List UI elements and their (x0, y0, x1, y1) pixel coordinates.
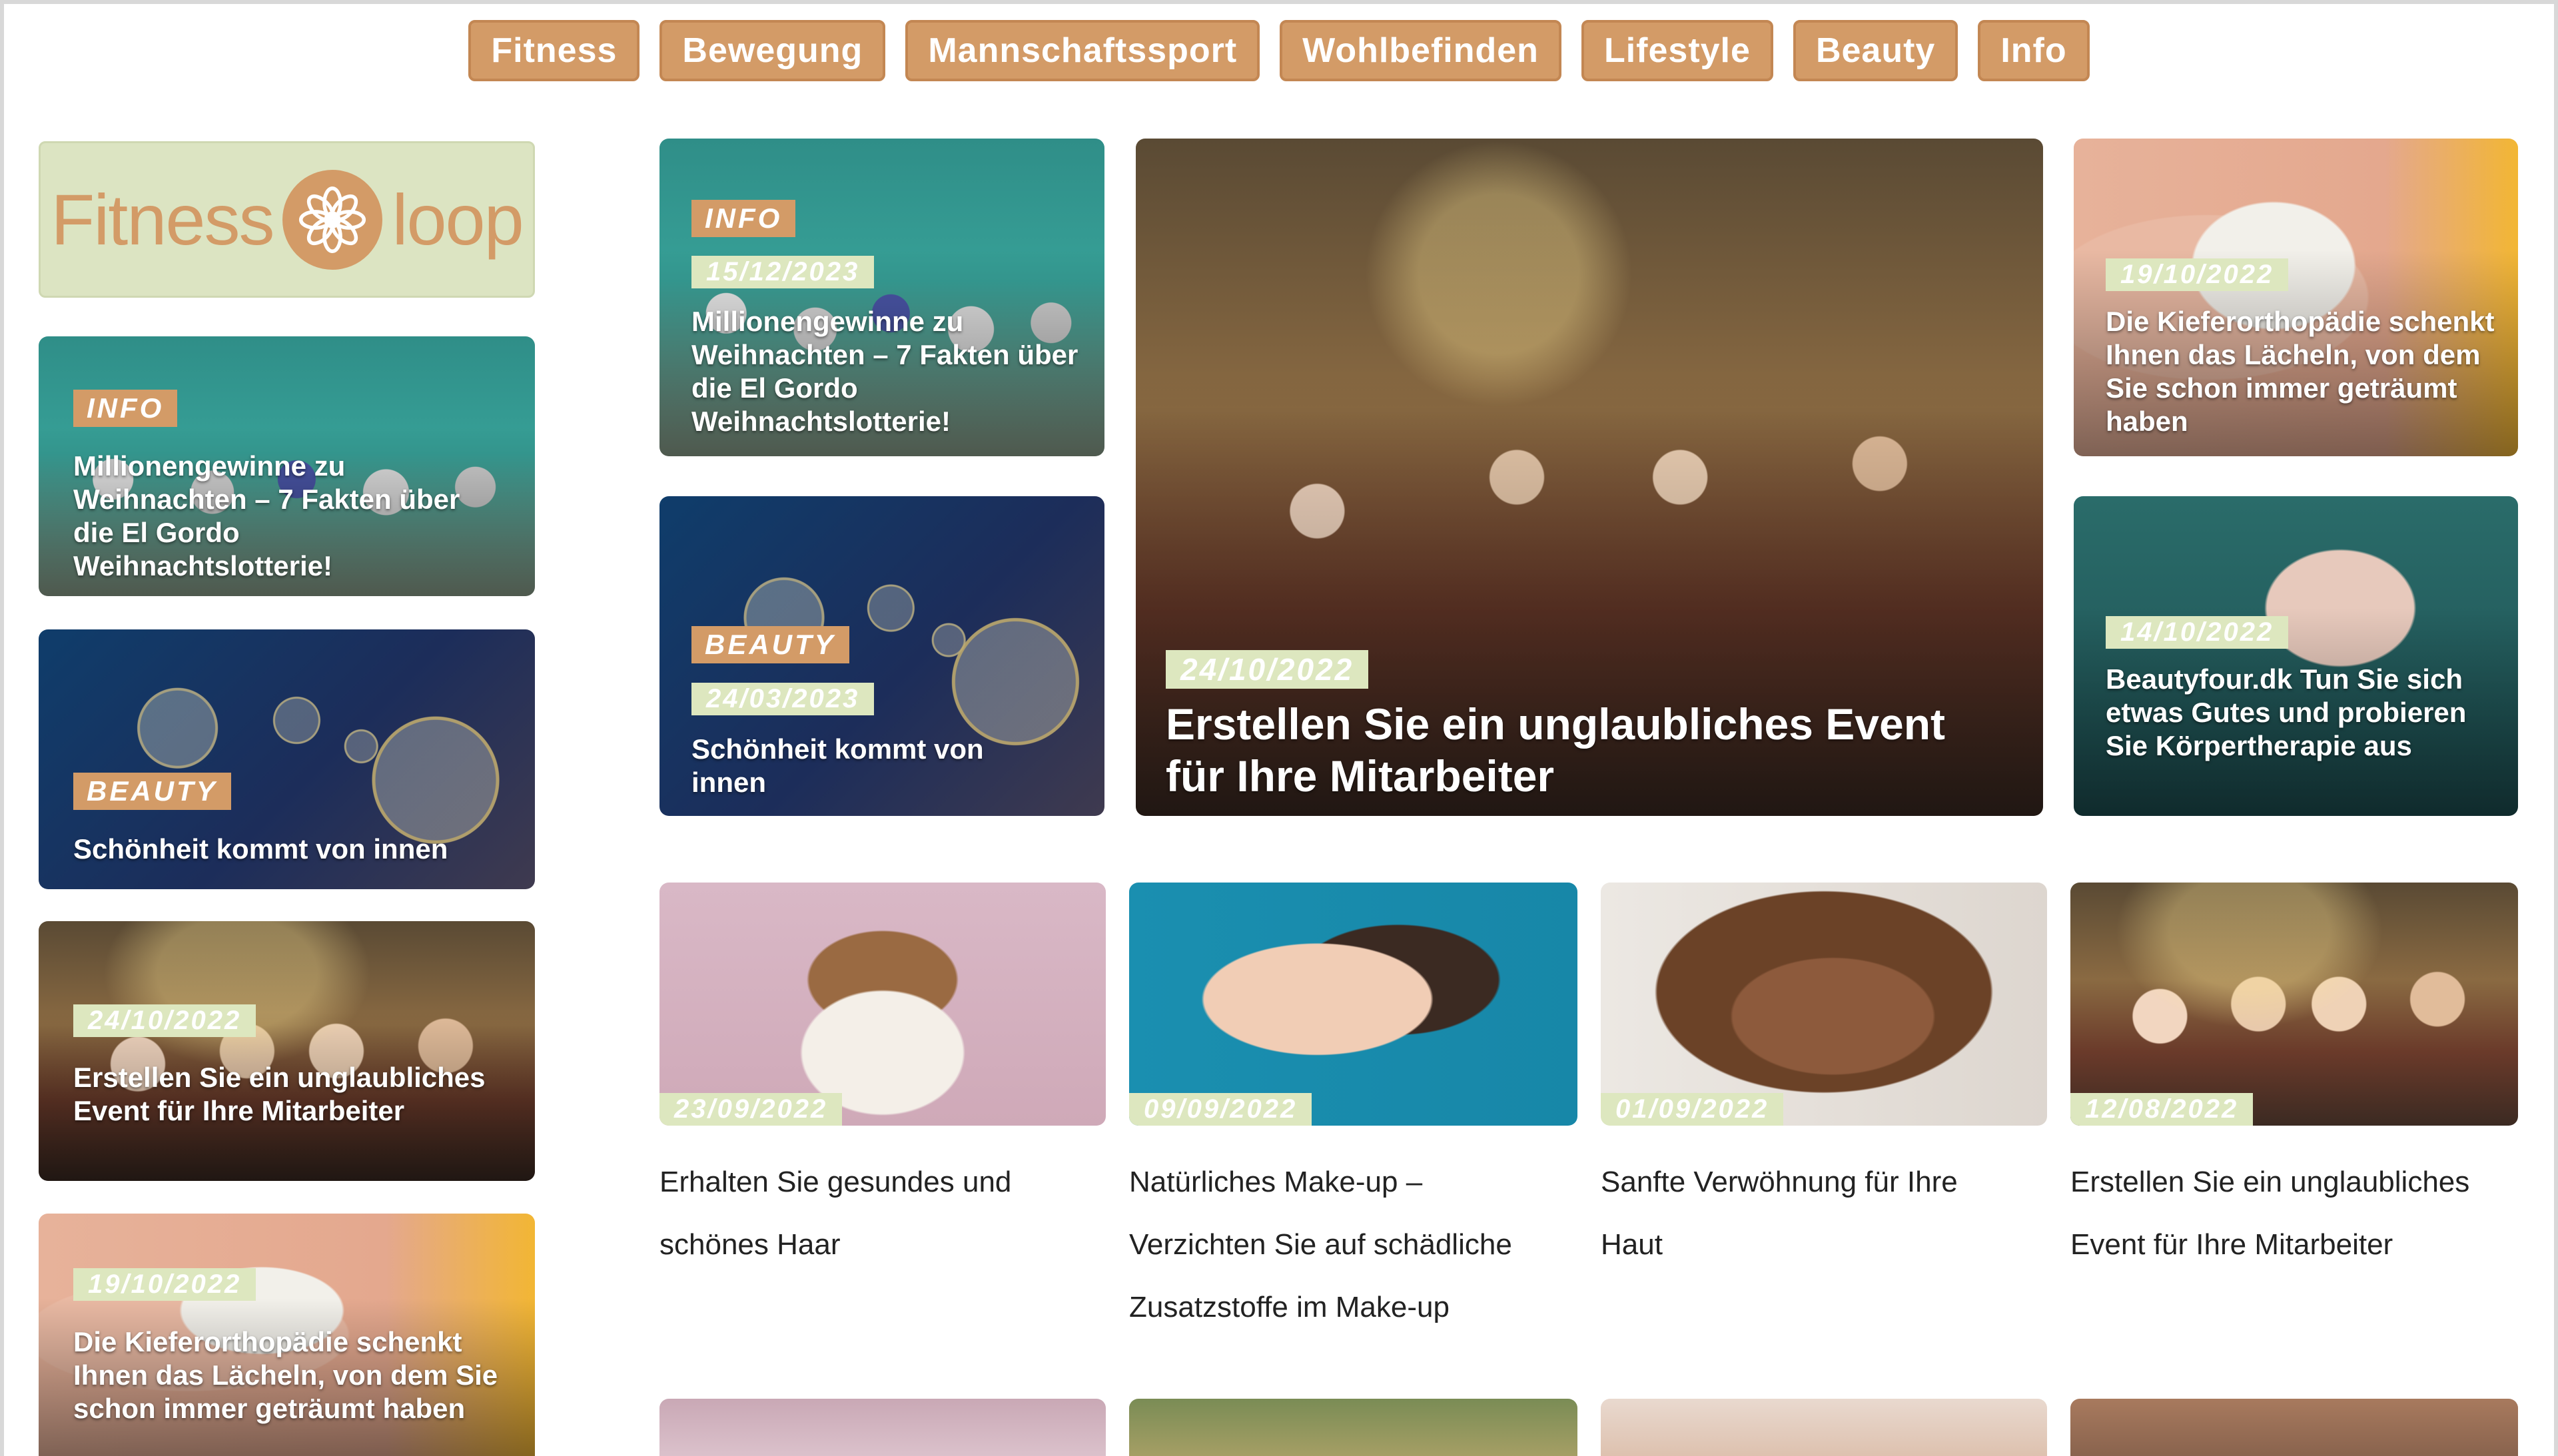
card-image (1129, 883, 1577, 1126)
grid-card-peek[interactable] (2070, 1399, 2518, 1456)
card-image (659, 883, 1106, 1126)
grid-card-hair[interactable]: 23/09/2022 (659, 883, 1106, 1126)
category-tag[interactable]: BEAUTY (73, 773, 231, 810)
date-badge: 12/08/2022 (2070, 1093, 2254, 1126)
main-nav: Fitness Bewegung Mannschaftssport Wohlbe… (0, 20, 2558, 81)
grid-title[interactable]: Erhalten Sie gesundes und schönes Haar (659, 1151, 1086, 1276)
grid-card-event[interactable]: 12/08/2022 (2070, 883, 2518, 1126)
nav-bewegung[interactable]: Bewegung (659, 20, 886, 81)
date-badge: 15/12/2023 (691, 256, 875, 288)
date-badge: 24/10/2022 (73, 1004, 256, 1037)
featured-card-main-event[interactable]: 24/10/2022 Erstellen Sie ein unglaublich… (1136, 139, 2043, 816)
card-title[interactable]: Die Kieferorthopädie schenkt Ihnen das L… (73, 1325, 513, 1425)
nav-info[interactable]: Info (1978, 20, 2090, 81)
category-tag[interactable]: INFO (73, 390, 178, 427)
category-tag[interactable]: INFO (691, 200, 796, 237)
grid-title[interactable]: Erstellen Sie ein unglaubliches Event fü… (2070, 1151, 2518, 1276)
grid-title[interactable]: Natürliches Make-up – Verzichten Sie auf… (1129, 1151, 1562, 1339)
featured-card-beauty[interactable]: BEAUTY 24/03/2023 Schönheit kommt von in… (659, 496, 1104, 816)
sidebar-card-event[interactable]: 24/10/2022 Erstellen Sie ein unglaublich… (39, 921, 535, 1181)
logo-word-left: Fitness (51, 179, 274, 260)
nav-beauty[interactable]: Beauty (1793, 20, 1958, 81)
date-badge: 23/09/2022 (659, 1093, 843, 1126)
category-tag[interactable]: BEAUTY (691, 626, 849, 663)
grid-card-makeup[interactable]: 09/09/2022 (1129, 883, 1577, 1126)
featured-card-beautyfour[interactable]: 14/10/2022 Beautyfour.dk Tun Sie sich et… (2074, 496, 2518, 816)
date-badge: 01/09/2022 (1601, 1093, 1784, 1126)
card-title[interactable]: Millionengewinne zu Weihnachten – 7 Fakt… (73, 450, 500, 583)
card-title[interactable]: Erstellen Sie ein unglaubliches Event fü… (73, 1061, 513, 1128)
featured-card-lottery[interactable]: INFO 15/12/2023 Millionengewinne zu Weih… (659, 139, 1104, 456)
featured-card-ortho[interactable]: 19/10/2022 Die Kieferorthopädie schenkt … (2074, 139, 2518, 456)
card-title[interactable]: Erstellen Sie ein unglaubliches Event fü… (1166, 698, 1998, 802)
nav-lifestyle[interactable]: Lifestyle (1581, 20, 1773, 81)
grid-card-skin[interactable]: 01/09/2022 (1601, 883, 2047, 1126)
grid-card-peek[interactable] (659, 1399, 1106, 1456)
date-badge: 14/10/2022 (2106, 616, 2289, 649)
grid-title[interactable]: Sanfte Verwöhnung für Ihre Haut (1601, 1151, 2027, 1276)
date-badge: 24/10/2022 (1166, 650, 1369, 689)
flower-icon (282, 169, 383, 270)
sidebar-card-beauty[interactable]: BEAUTY Schönheit kommt von innen (39, 629, 535, 889)
grid-card-peek[interactable] (1601, 1399, 2047, 1456)
logo-word-right: loop (392, 179, 524, 260)
date-badge: 19/10/2022 (2106, 258, 2289, 291)
nav-fitness[interactable]: Fitness (468, 20, 640, 81)
card-title[interactable]: Schönheit kommt von innen (73, 833, 513, 866)
card-title[interactable]: Beautyfour.dk Tun Sie sich etwas Gutes u… (2106, 663, 2505, 763)
card-title[interactable]: Millionengewinne zu Weihnachten – 7 Fakt… (691, 305, 1084, 438)
card-image (2070, 883, 2518, 1126)
nav-mannschaftssport[interactable]: Mannschaftssport (905, 20, 1260, 81)
date-badge: 24/03/2023 (691, 683, 875, 715)
sidebar-card-ortho[interactable]: 19/10/2022 Die Kieferorthopädie schenkt … (39, 1214, 535, 1456)
site-logo[interactable]: Fitness loop (39, 141, 535, 298)
nav-wohlbefinden[interactable]: Wohlbefinden (1280, 20, 1561, 81)
card-image (1601, 883, 2047, 1126)
sidebar-card-lottery[interactable]: INFO Millionengewinne zu Weihnachten – 7… (39, 336, 535, 596)
date-badge: 19/10/2022 (73, 1268, 256, 1301)
grid-card-peek[interactable] (1129, 1399, 1577, 1456)
card-title[interactable]: Die Kieferorthopädie schenkt Ihnen das L… (2106, 305, 2505, 438)
card-title[interactable]: Schönheit kommt von innen (691, 733, 1065, 799)
date-badge: 09/09/2022 (1129, 1093, 1312, 1126)
